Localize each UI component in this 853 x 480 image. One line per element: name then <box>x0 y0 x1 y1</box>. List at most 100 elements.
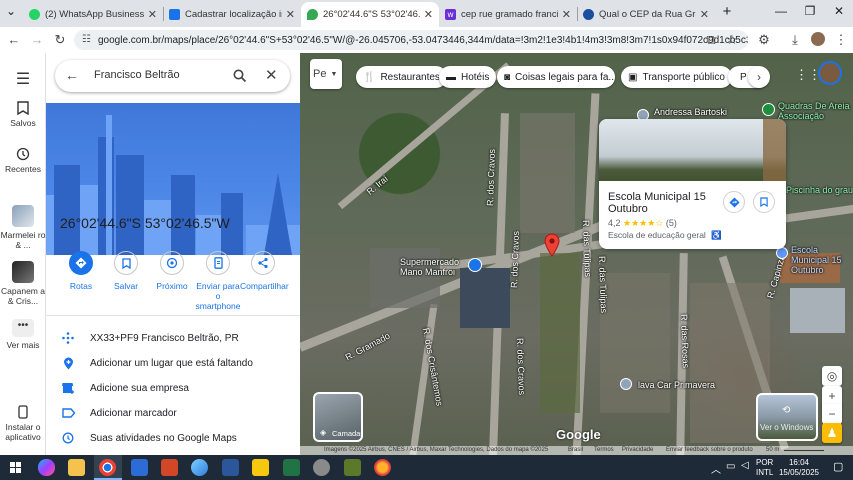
place-photo[interactable] <box>599 119 786 181</box>
close-window-button[interactable]: ✕ <box>828 4 850 18</box>
shopping-pin-icon[interactable] <box>468 258 482 272</box>
zoom-in-button[interactable]: + <box>822 386 842 406</box>
scale-bar[interactable]: 50 m <box>766 447 779 453</box>
tab-whatsapp[interactable]: (2) WhatsApp Business ✕ <box>23 2 163 27</box>
copilot-icon[interactable] <box>38 459 55 476</box>
search-box[interactable]: ← Francisco Beltrão ✕ <box>55 60 290 92</box>
close-icon[interactable]: ✕ <box>286 8 295 21</box>
install-app-icon[interactable]: ⧉ <box>703 32 719 48</box>
minimize-button[interactable]: — <box>770 4 792 18</box>
pegman-icon[interactable]: ♟ <box>822 423 842 443</box>
windows-start-icon[interactable] <box>10 462 21 473</box>
layers-button[interactable]: ◈ Camadas <box>313 392 363 442</box>
chrome-icon[interactable] <box>99 459 116 476</box>
card-directions-button[interactable] <box>723 191 745 213</box>
add-label-row[interactable]: Adicionar marcador <box>60 404 177 422</box>
firefox-icon[interactable] <box>374 459 391 476</box>
clock[interactable]: 16:04 15/05/2025 <box>778 458 820 478</box>
satellite-map[interactable]: R. Iraí R. dos Cravos R. das Tulipas R. … <box>300 53 853 455</box>
network-icon[interactable]: ▭ <box>726 461 735 472</box>
place-info-card[interactable]: Escola Municipal 15 Outubro 4,2 ★★★★☆ (5… <box>599 119 786 249</box>
feedback-link[interactable]: Enviar feedback sobre o produto <box>666 447 753 453</box>
powerpoint-icon[interactable] <box>161 459 178 476</box>
address-bar[interactable]: ☷ google.com.br/maps/place/26°02'44.6"S+… <box>74 30 748 50</box>
poi-label[interactable]: lava Car Primavera <box>638 380 715 390</box>
directions-button[interactable]: Rotas <box>58 251 104 291</box>
close-icon[interactable]: ✕ <box>424 8 433 21</box>
rail-saved[interactable]: Salvos <box>0 101 46 128</box>
search-input[interactable]: Francisco Beltrão <box>94 69 180 81</box>
add-business-row[interactable]: Adicione sua empresa <box>60 379 189 397</box>
plus-code-row[interactable]: XX33+PF9 Francisco Beltrão, PR <box>60 329 239 347</box>
tab-cep-search[interactable]: w cep rue gramado francisco b ✕ <box>439 2 577 27</box>
chip-restaurants[interactable]: 🍴 Restaurantes <box>356 66 447 88</box>
country-link[interactable]: Brasil <box>568 447 583 453</box>
rail-recent[interactable]: Recentes <box>0 147 46 174</box>
my-location-button[interactable]: ◎ <box>822 366 842 386</box>
tab-search-icon[interactable]: ⌄ <box>0 4 22 18</box>
download-icon[interactable]: ⤓ <box>787 32 803 48</box>
privacy-link[interactable]: Privacidade <box>622 447 653 453</box>
forward-button[interactable]: → <box>29 32 45 48</box>
poi-label[interactable]: Quadras De Areia Associação <box>778 101 853 121</box>
tab-qual-cep[interactable]: Qual o CEP da Rua Gramado ✕ <box>577 2 715 27</box>
poi-label[interactable]: Escola Municipal 15 Outubro <box>791 245 853 275</box>
layer-type-dropdown[interactable]: Pe ▼ <box>310 59 342 89</box>
poi-pin-icon[interactable] <box>620 378 632 390</box>
tab-cadastrar[interactable]: Cadastrar localização imóvel ✕ <box>163 2 301 27</box>
app-icon[interactable] <box>313 459 330 476</box>
notifications-icon[interactable]: ▢ <box>833 460 843 473</box>
park-pin-icon[interactable] <box>762 103 775 116</box>
share-button[interactable]: Compartilhar <box>240 251 289 291</box>
menu-icon[interactable]: ⋮ <box>833 32 849 48</box>
reload-button[interactable]: ↻ <box>52 32 68 48</box>
new-tab-button[interactable]: + <box>716 3 738 20</box>
search-icon[interactable] <box>233 69 247 83</box>
tab-google-maps[interactable]: 26°02'44.6"S 53°02'46.5"W - ✕ <box>301 2 439 27</box>
word-icon[interactable] <box>222 459 239 476</box>
add-missing-place-row[interactable]: Adicionar um lugar que está faltando <box>60 354 253 372</box>
back-button[interactable]: ← <box>6 32 22 48</box>
chip-hotels[interactable]: ▬ Hotéis <box>439 66 497 88</box>
account-avatar[interactable] <box>818 61 842 85</box>
chip-transit[interactable]: ▣ Transporte público <box>621 66 732 88</box>
zoom-out-button[interactable]: − <box>822 404 842 424</box>
volume-icon[interactable]: ◁ <box>741 460 749 471</box>
tray-chevron-icon[interactable]: ︿ <box>711 461 721 476</box>
send-to-phone-button[interactable]: Enviar para o smartphone <box>195 251 241 311</box>
rail-recent-place-capanema[interactable]: Capanem a & Cris... <box>0 261 46 306</box>
rail-install-app[interactable]: Instalar o aplicativo <box>0 405 46 442</box>
input-language[interactable]: POR INTL <box>756 458 773 478</box>
excel-icon[interactable] <box>283 459 300 476</box>
street-view-thumbnail[interactable]: Ver o Windows ⟲ <box>756 393 818 441</box>
close-icon[interactable]: ✕ <box>265 66 278 84</box>
save-button[interactable]: Salvar <box>103 251 149 291</box>
nearby-button[interactable]: Próximo <box>149 251 195 291</box>
poi-label[interactable]: Andressa Bartoski <box>654 107 727 117</box>
bookmark-star-icon[interactable]: ☆ <box>724 32 740 48</box>
extensions-icon[interactable]: ⚙ <box>756 32 772 48</box>
close-icon[interactable]: ✕ <box>700 8 709 21</box>
maps-activity-row[interactable]: Suas atividades no Google Maps <box>60 429 237 447</box>
file-explorer-icon[interactable] <box>68 459 85 476</box>
location-pin-icon[interactable] <box>544 233 560 257</box>
card-save-button[interactable] <box>753 191 775 213</box>
chips-next-button[interactable]: › <box>748 66 770 88</box>
hamburger-menu-icon[interactable]: ☰ <box>0 69 46 89</box>
poi-label[interactable]: Supermercado Mano Manfroi <box>400 257 470 277</box>
back-arrow-icon[interactable]: ← <box>65 67 79 83</box>
browser-icon[interactable] <box>191 459 208 476</box>
maximize-button[interactable]: ❐ <box>799 4 821 18</box>
place-card-title[interactable]: Escola Municipal 15 Outubro <box>608 191 728 215</box>
sticky-notes-icon[interactable] <box>252 459 269 476</box>
site-info-icon[interactable]: ☷ <box>82 34 91 45</box>
rail-more[interactable]: ••• Ver mais <box>0 319 46 350</box>
terms-link[interactable]: Termos <box>594 447 614 453</box>
rail-recent-place-marmeleiro[interactable]: Marmelei ro & ... <box>0 205 46 250</box>
close-icon[interactable]: ✕ <box>148 8 157 21</box>
media-player-icon[interactable] <box>344 459 361 476</box>
chip-things-to-do[interactable]: ◙ Coisas legais para fa... <box>497 66 615 88</box>
calculator-icon[interactable] <box>131 459 148 476</box>
poi-label[interactable]: Piscinha do grau <box>786 185 853 195</box>
close-icon[interactable]: ✕ <box>562 8 571 21</box>
